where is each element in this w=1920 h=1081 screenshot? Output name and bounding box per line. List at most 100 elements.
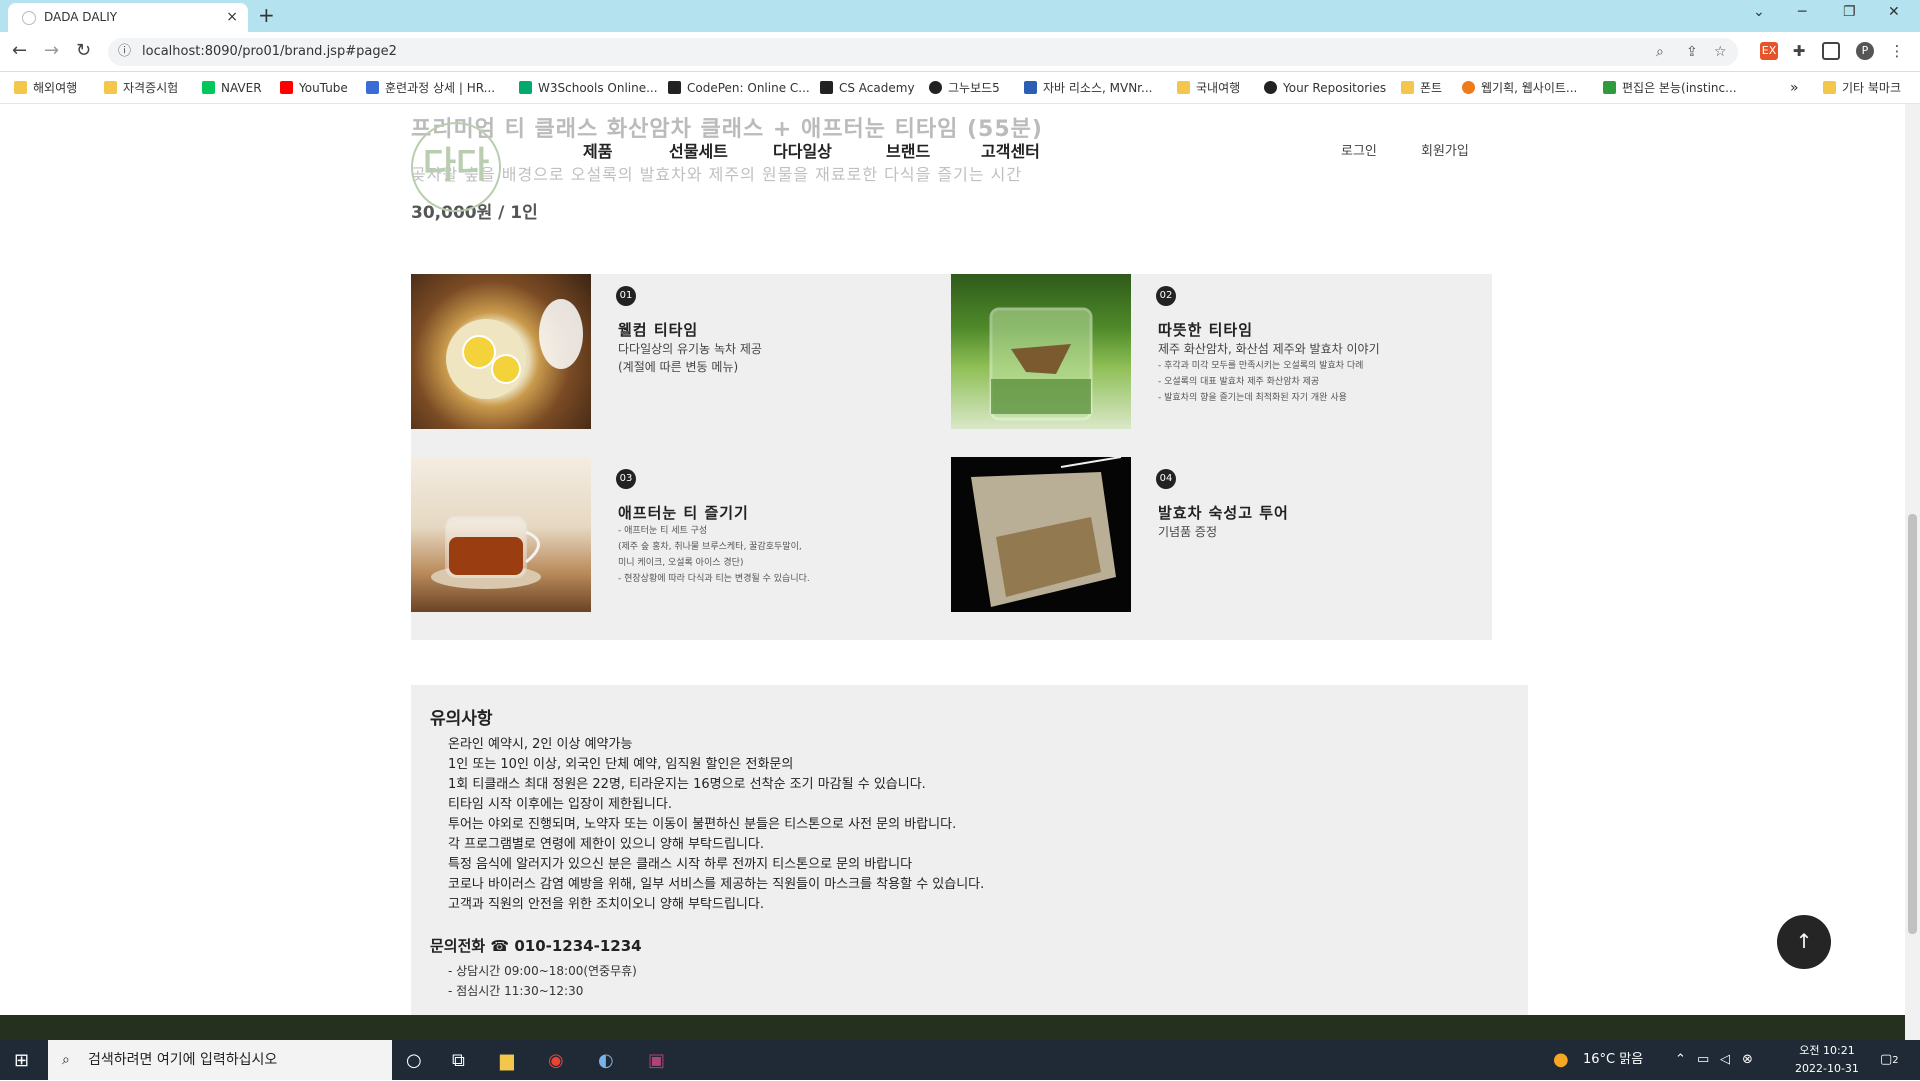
windows-start-icon[interactable]: ⊞	[14, 1050, 29, 1071]
tea-bag-image	[951, 457, 1131, 612]
puzzle-icon[interactable]: ✚	[1790, 42, 1808, 60]
bookmark-item[interactable]: W3Schools Online...	[519, 72, 658, 104]
folder-icon	[1177, 81, 1190, 94]
login-link[interactable]: 로그인	[1341, 140, 1377, 159]
bookmark-item[interactable]: 기타 북마크	[1823, 72, 1901, 104]
site-logo[interactable]: 다다	[411, 122, 501, 212]
nav-item-products[interactable]: 제품	[583, 138, 612, 162]
site-footer	[0, 1015, 1905, 1040]
profile-avatar[interactable]: P	[1856, 42, 1874, 60]
tea-cup-illustration	[431, 516, 541, 589]
step-detail-list: - 후각과 미각 모두를 만족시키는 오설록의 발효차 다례 - 오설록의 대표…	[1158, 361, 1364, 403]
page-scrollbar[interactable]	[1905, 104, 1920, 1040]
site-icon	[1603, 81, 1616, 94]
side-panel-icon[interactable]	[1822, 42, 1840, 60]
nav-item-gift-set[interactable]: 선물세트	[669, 138, 728, 162]
minimize-button[interactable]: ─	[1798, 4, 1806, 20]
bookmark-item[interactable]: 국내여행	[1177, 72, 1240, 104]
bookmark-item[interactable]: NAVER	[202, 72, 262, 104]
nav-item-dada-daily[interactable]: 다다일상	[773, 138, 832, 162]
eclipse-icon[interactable]: ◐	[598, 1050, 614, 1071]
tab-close-icon[interactable]: ×	[226, 3, 238, 32]
youtube-icon	[280, 81, 293, 94]
bookmark-item[interactable]: 훈련과정 상세 | HR...	[366, 72, 495, 104]
task-view-icon[interactable]: ⧉	[452, 1050, 465, 1071]
tray-overflow-icon[interactable]: ⌃	[1675, 1040, 1686, 1080]
step-description: 제주 화산암차, 화산섬 제주와 발효차 이야기	[1158, 342, 1380, 356]
site-info-icon[interactable]: ⓘ	[118, 38, 131, 66]
class-subtitle: 곶자왈 숲을 배경으로 오설록의 발효차와 제주의 원물을 재료로한 다식을 즐…	[411, 165, 1023, 184]
maximize-button[interactable]: ❐	[1843, 4, 1856, 20]
volume-icon[interactable]: ◁	[1720, 1040, 1730, 1080]
lemon-tea-illustration	[446, 299, 583, 399]
tab-search-chevron-icon[interactable]: ⌄	[1753, 4, 1765, 20]
folder-icon	[1401, 81, 1414, 94]
close-window-button[interactable]: ✕	[1888, 4, 1900, 20]
lemon-tea-image	[411, 274, 591, 429]
taskbar-clock[interactable]: 오전 10:21 2022-10-31	[1795, 1042, 1859, 1078]
step-title: 애프터눈 티 즐기기	[618, 504, 749, 522]
codepen-icon	[668, 81, 681, 94]
signup-link[interactable]: 회원가입	[1421, 140, 1469, 159]
bookmark-item[interactable]: 해외여행	[14, 72, 77, 104]
notice-line: 각 프로그램별로 연령에 제한이 있으니 양해 부탁드립니다.	[448, 837, 764, 852]
back-button[interactable]: ←	[12, 40, 27, 61]
bookmark-item[interactable]: 웹기획, 웹사이트...	[1462, 72, 1577, 104]
step-number-badge: 04	[1156, 469, 1176, 489]
w3schools-icon	[519, 81, 532, 94]
bookmark-item[interactable]: 그누보드5	[929, 72, 1000, 104]
file-explorer-icon[interactable]: ▆	[500, 1050, 514, 1071]
bookmark-item[interactable]: YouTube	[280, 72, 348, 104]
green-tea-glass-image	[951, 274, 1131, 429]
scroll-top-button[interactable]: ↑	[1777, 915, 1831, 969]
folder-icon	[1823, 81, 1836, 94]
step-detail-list: - 애프터눈 티 세트 구성 (제주 숲 홍차, 취나물 브루스케타, 꿀감호두…	[618, 526, 810, 584]
gnuboard-icon	[929, 81, 942, 94]
forward-button[interactable]: →	[44, 40, 59, 61]
extension-icon[interactable]: EX	[1760, 42, 1778, 60]
bookmark-item[interactable]: CodePen: Online C...	[668, 72, 810, 104]
app-icon[interactable]: ▣	[648, 1050, 665, 1071]
address-bar-row: ← → ↻ ⓘ localhost:8090/pro01/brand.jsp#p…	[0, 32, 1920, 72]
zoom-icon[interactable]: ⌕	[1656, 38, 1664, 66]
glass-illustration	[989, 307, 1093, 421]
taskbar-search-placeholder: 검색하려면 여기에 입력하십시오	[88, 1052, 278, 1068]
notice-line: 특정 음식에 알러지가 있으신 분은 클래스 시작 하루 전까지 티스톤으로 문…	[448, 857, 913, 872]
hrd-icon	[366, 81, 379, 94]
step-title: 따뜻한 티타임	[1158, 321, 1254, 339]
url-input[interactable]: ⓘ localhost:8090/pro01/brand.jsp#page2 ⌕…	[108, 38, 1738, 66]
tea-bag-illustration	[971, 457, 1122, 607]
chrome-icon[interactable]: ◉	[548, 1050, 564, 1071]
bookmark-item[interactable]: 폰트	[1401, 72, 1442, 104]
nav-item-customer-center[interactable]: 고객센터	[981, 138, 1040, 162]
share-icon[interactable]: ⇪	[1686, 38, 1698, 66]
tab-title: DADA DALIY	[44, 10, 118, 24]
mvn-icon	[1024, 81, 1037, 94]
browser-tab[interactable]: DADA DALIY ×	[8, 3, 248, 32]
new-tab-button[interactable]: +	[258, 3, 275, 27]
taskbar-search-input[interactable]: ⌕ 검색하려면 여기에 입력하십시오	[48, 1040, 392, 1080]
reload-button[interactable]: ↻	[76, 40, 91, 61]
notice-title: 유의사항	[430, 709, 493, 729]
bookmark-item[interactable]: CS Academy	[820, 72, 915, 104]
weather-text[interactable]: 16°C 맑음	[1583, 1040, 1643, 1080]
browser-tab-bar: DADA DALIY × + ⌄ ─ ❐ ✕	[0, 0, 1920, 32]
more-bookmarks-button[interactable]: »	[1790, 72, 1799, 104]
folder-icon	[104, 81, 117, 94]
step-number-badge: 01	[616, 286, 636, 306]
windows-taskbar: ⊞ ⌕ 검색하려면 여기에 입력하십시오 ○ ⧉ ▆ ◉ ◐ ▣ ● 16°C …	[0, 1040, 1920, 1080]
scrollbar-thumb[interactable]	[1908, 514, 1917, 934]
notice-line: 티타임 시작 이후에는 입장이 제한됩니다.	[448, 797, 672, 812]
bookmark-item[interactable]: 자격증시험	[104, 72, 178, 104]
cortana-icon[interactable]: ○	[406, 1050, 422, 1071]
bookmark-item[interactable]: Your Repositories	[1264, 72, 1386, 104]
network-icon[interactable]: ▭	[1697, 1040, 1709, 1080]
bookmark-item[interactable]: 편집은 본능(instinc...	[1603, 72, 1737, 104]
bookmark-star-icon[interactable]: ☆	[1714, 38, 1727, 66]
favicon-icon	[22, 11, 36, 25]
ime-icon[interactable]: ⊗	[1742, 1040, 1753, 1080]
notification-icon[interactable]: ▢2	[1880, 1040, 1899, 1080]
menu-icon[interactable]: ⋮	[1888, 42, 1906, 60]
nav-item-brand[interactable]: 브랜드	[886, 138, 930, 162]
bookmark-item[interactable]: 자바 리소스, MVNr...	[1024, 72, 1152, 104]
